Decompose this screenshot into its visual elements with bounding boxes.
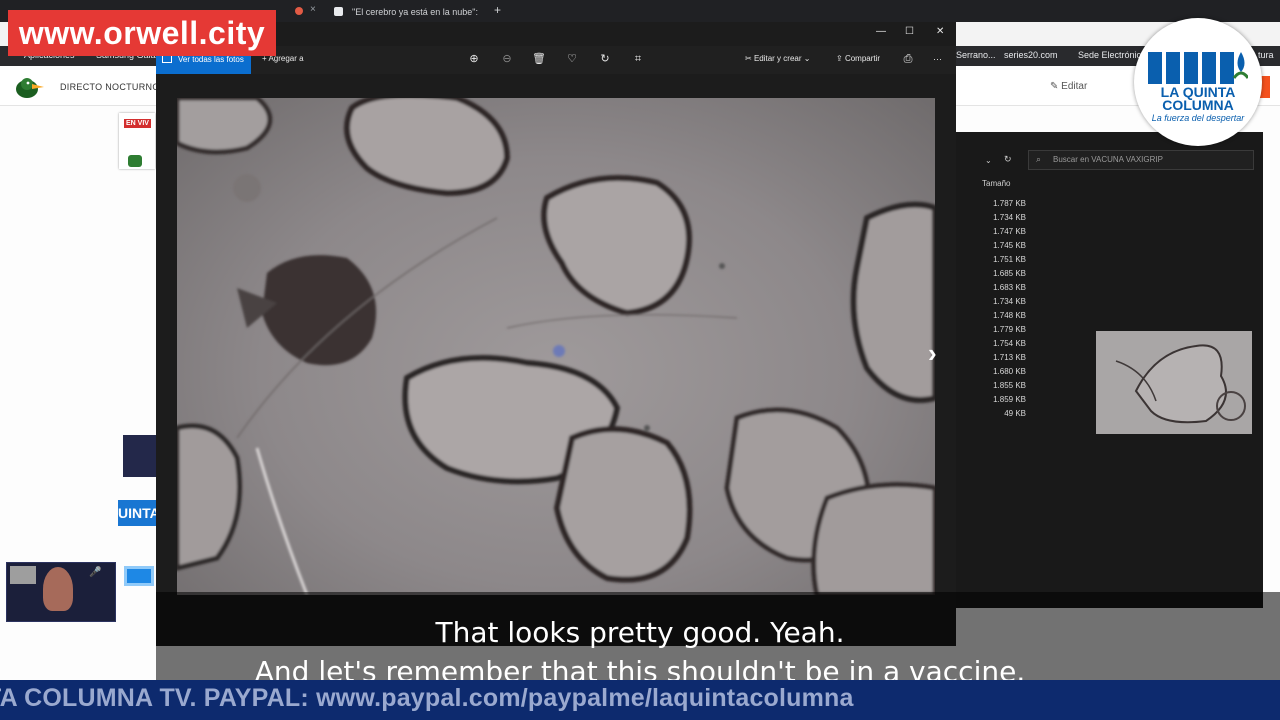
- microphone-icon[interactable]: 🎤: [89, 567, 101, 578]
- logo-tagline: La fuerza del despertar: [1151, 113, 1245, 123]
- heart-icon[interactable]: ♡: [565, 52, 579, 66]
- file-size-cell: 1.685 KB: [993, 269, 1026, 278]
- record-icon: [295, 7, 303, 15]
- participant-thumbnail[interactable]: [123, 435, 159, 477]
- live-badge: EN VIV: [124, 119, 151, 128]
- file-size-cell: 1.751 KB: [993, 255, 1026, 264]
- bookmark-other[interactable]: tura: [1258, 50, 1274, 60]
- logo-line-2: COLUMNA: [1162, 97, 1234, 113]
- photos-icon: [162, 55, 172, 63]
- file-size-cell: 1.734 KB: [993, 213, 1026, 222]
- la-quinta-columna-logo: [1134, 18, 1262, 146]
- next-photo-arrow-icon[interactable]: ›: [928, 338, 937, 369]
- image-preview-thumbnail: [1096, 331, 1252, 434]
- duck-logo-icon: [16, 78, 44, 98]
- file-size-cell: 1.680 KB: [993, 367, 1026, 376]
- bookmark-series20[interactable]: series20.com: [1004, 50, 1058, 60]
- rotate-icon[interactable]: ↻: [598, 52, 612, 66]
- edit-button[interactable]: ✎ Editar: [1050, 81, 1087, 92]
- quinta-tag: UINTA: [118, 500, 160, 526]
- zoom-in-icon[interactable]: ⊕: [467, 52, 481, 66]
- ticker-text: TA COLUMNA TV. PAYPAL: www.paypal.com/pa…: [0, 684, 854, 712]
- edit-label: Editar: [1061, 81, 1088, 92]
- tab-close-icon[interactable]: ×: [310, 4, 316, 15]
- share-button[interactable]: ⇪ Compartir: [836, 54, 880, 63]
- edit-create-button[interactable]: ✂ Editar y crear ⌄: [745, 54, 810, 63]
- share-label: Compartir: [844, 54, 881, 63]
- file-size-cell: 1.787 KB: [993, 199, 1026, 208]
- delete-icon[interactable]: 🗑: [532, 52, 546, 66]
- file-size-cell: 1.779 KB: [993, 325, 1026, 334]
- size-column-header[interactable]: Tamaño: [982, 179, 1010, 188]
- file-size-cell: 49 KB: [1004, 409, 1026, 418]
- tab-label: "El cerebro ya está en la nube":: [352, 7, 478, 17]
- minimize-icon[interactable]: —: [876, 26, 886, 37]
- file-size-cell: 1.683 KB: [993, 283, 1026, 292]
- refresh-icon[interactable]: ↻: [1004, 154, 1012, 165]
- crop-icon[interactable]: ⌗: [631, 52, 645, 66]
- avatar-icon: [10, 566, 36, 584]
- subtitle-line-1: That looks pretty good. Yeah.: [435, 616, 845, 649]
- live-widget-icon: [128, 155, 142, 167]
- logo-bars-icon: [1148, 52, 1248, 84]
- orwell-watermark: www.orwell.city: [8, 10, 276, 56]
- maximize-icon[interactable]: ☐: [905, 26, 914, 37]
- search-icon: ⌕: [1036, 154, 1042, 164]
- browser-tab[interactable]: "El cerebro ya está en la nube":: [330, 2, 490, 22]
- site-title: DIRECTO NOCTURNO D: [60, 82, 170, 92]
- screen-share-icon[interactable]: [124, 566, 154, 586]
- file-size-cell: 1.747 KB: [993, 227, 1026, 236]
- microscope-photo: [177, 98, 935, 595]
- zoom-out-icon[interactable]: ⊖: [500, 52, 514, 66]
- file-size-cell: 1.754 KB: [993, 339, 1026, 348]
- bookmark-sede[interactable]: Sede Electrónica: [1078, 50, 1146, 60]
- file-size-cell: 1.713 KB: [993, 353, 1026, 362]
- webcam-preview[interactable]: 🎤: [6, 562, 116, 622]
- chevron-down-icon[interactable]: ⌄: [985, 156, 992, 165]
- file-size-cell: 1.855 KB: [993, 381, 1026, 390]
- file-size-cell: 1.748 KB: [993, 311, 1026, 320]
- file-size-cell: 1.859 KB: [993, 395, 1026, 404]
- explorer-search-input[interactable]: Buscar en VACUNA VAXIGRIP: [1028, 150, 1254, 170]
- more-options-button[interactable]: ···: [933, 54, 942, 64]
- bookmark-serrano[interactable]: Serrano...: [956, 50, 996, 60]
- tab-favicon: [334, 7, 343, 16]
- file-size-cell: 1.745 KB: [993, 241, 1026, 250]
- file-size-cell: 1.734 KB: [993, 297, 1026, 306]
- speaker-avatar: [43, 567, 73, 611]
- edit-create-label: Editar y crear: [753, 54, 802, 63]
- close-icon[interactable]: ✕: [936, 26, 944, 37]
- print-icon[interactable]: ⎙: [901, 52, 915, 66]
- plus-icon[interactable]: +: [494, 3, 501, 17]
